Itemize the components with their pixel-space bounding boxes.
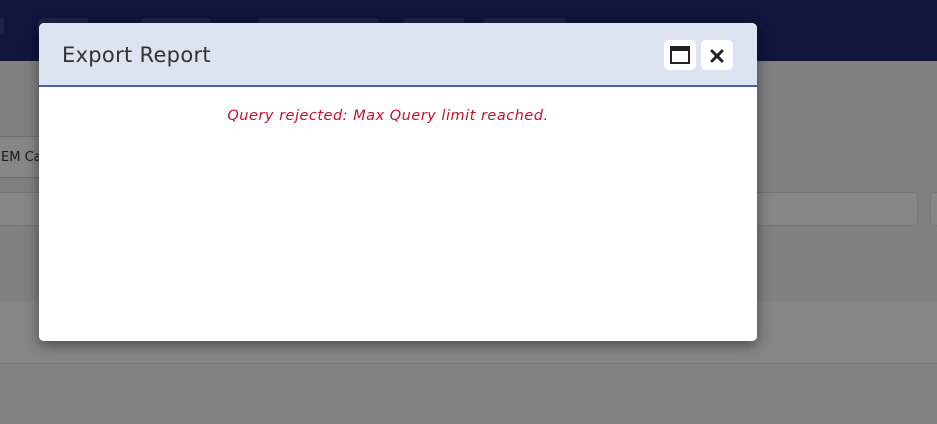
dialog-header: Export Report: [39, 23, 757, 87]
close-button[interactable]: [701, 40, 733, 70]
error-message: Query rejected: Max Query limit reached.: [227, 108, 549, 124]
close-icon: [710, 48, 724, 63]
window-maximize-icon: [670, 46, 690, 64]
dialog-body: Query rejected: Max Query limit reached.: [39, 89, 757, 341]
export-report-dialog: Export Report Query rejected: Max Query …: [39, 23, 757, 341]
dialog-title: Export Report: [62, 43, 211, 67]
maximize-button[interactable]: [664, 40, 696, 70]
